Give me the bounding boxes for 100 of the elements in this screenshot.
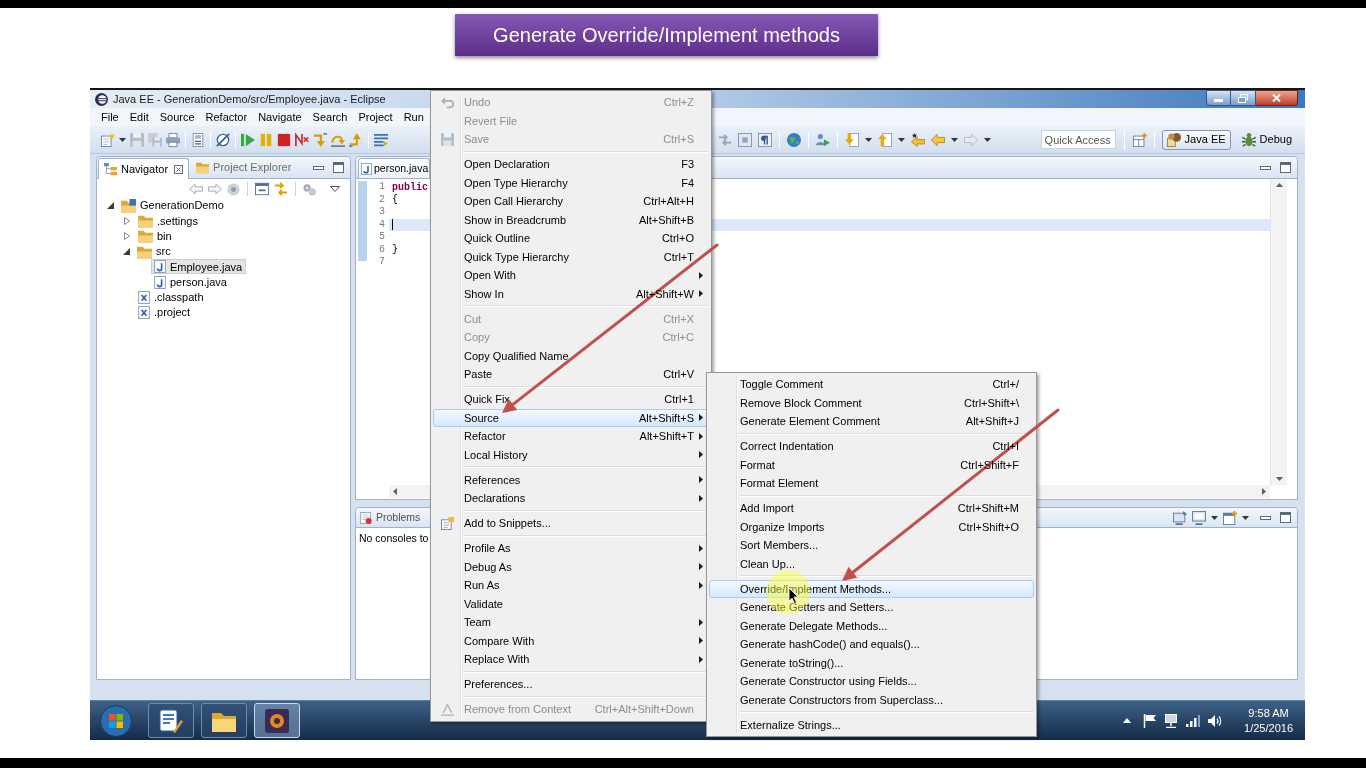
menu-item[interactable]: Search bbox=[308, 108, 352, 126]
scroll-down-icon[interactable] bbox=[1275, 477, 1283, 481]
collapsed-arrow-icon[interactable] bbox=[124, 216, 130, 225]
clock-time[interactable]: 9:58 AM bbox=[1248, 705, 1289, 721]
vertical-scrollbar[interactable] bbox=[1270, 179, 1287, 485]
arrow-up-icon[interactable] bbox=[349, 132, 363, 147]
arrow-left-star-icon[interactable] bbox=[910, 132, 925, 147]
maximize-icon[interactable] bbox=[333, 162, 344, 173]
taskbar-app-button[interactable] bbox=[148, 703, 194, 738]
view-tab[interactable]: Project Explorer bbox=[191, 157, 297, 178]
menu-item[interactable]: Open Call Hierarchy Ctrl+Alt+H bbox=[433, 192, 709, 211]
menu-item[interactable]: Add Import Ctrl+Shift+M bbox=[709, 499, 1034, 518]
menu-item[interactable]: Format Element bbox=[709, 474, 1034, 493]
minimize-icon[interactable] bbox=[1260, 515, 1271, 520]
flag-icon[interactable] bbox=[1143, 713, 1157, 728]
close-icon[interactable] bbox=[174, 164, 184, 174]
clock-date[interactable]: 1/25/2016 bbox=[1244, 720, 1293, 736]
tree-item[interactable]: Employee.java bbox=[151, 259, 247, 275]
menu-item[interactable]: Refactor Alt+Shift+T bbox=[433, 427, 709, 446]
menu-item[interactable]: Declarations bbox=[433, 489, 709, 508]
menu-item[interactable]: Project bbox=[354, 108, 397, 126]
menu-item[interactable]: Sort Members... bbox=[709, 536, 1034, 555]
menu-item[interactable]: Add to Snippets... bbox=[433, 514, 709, 533]
disc-icon[interactable] bbox=[227, 182, 240, 196]
person-arrow-icon[interactable] bbox=[815, 132, 830, 147]
printer-icon[interactable] bbox=[166, 132, 180, 147]
minimize-icon[interactable] bbox=[1260, 165, 1271, 170]
expanded-arrow-icon[interactable] bbox=[123, 248, 130, 256]
menu-item[interactable]: Open Declaration F3 bbox=[433, 155, 709, 174]
speaker-icon[interactable] bbox=[1208, 714, 1223, 727]
menu-item[interactable]: File bbox=[97, 108, 123, 126]
menu-item[interactable]: Generate Element Comment Alt+Shift+J bbox=[709, 412, 1034, 431]
menu-item[interactable]: Override/Implement Methods... bbox=[709, 579, 1034, 598]
scroll-left-icon[interactable] bbox=[393, 488, 397, 495]
menu-item[interactable]: Refactor bbox=[201, 108, 252, 126]
grid-plus-icon[interactable] bbox=[1132, 132, 1147, 147]
menu-item[interactable]: Generate hashCode() and equals()... bbox=[709, 635, 1034, 654]
menu-item[interactable]: Run bbox=[399, 108, 428, 126]
restore-button[interactable] bbox=[1231, 90, 1256, 106]
menu-item[interactable]: Organize Imports Ctrl+Shift+O bbox=[709, 517, 1034, 536]
dropdown-caret-icon[interactable] bbox=[1242, 515, 1249, 520]
list-icon[interactable] bbox=[374, 132, 388, 147]
stop-icon[interactable] bbox=[277, 132, 291, 147]
menu-item[interactable]: Edit bbox=[125, 108, 153, 126]
tree-item[interactable]: GenerationDemo bbox=[118, 198, 228, 214]
menu-item[interactable]: Profile As bbox=[433, 539, 709, 558]
dropdown-caret-icon[interactable] bbox=[983, 137, 991, 142]
menu-item[interactable]: Compare With bbox=[433, 631, 709, 650]
maximize-icon[interactable] bbox=[1280, 512, 1291, 523]
globe-icon[interactable] bbox=[786, 132, 801, 147]
start-button[interactable] bbox=[100, 704, 132, 737]
collapsed-arrow-icon[interactable] bbox=[124, 232, 130, 241]
crossed-circle-icon[interactable] bbox=[216, 132, 230, 147]
tree-item[interactable]: bin bbox=[135, 228, 176, 244]
scroll-up-icon[interactable] bbox=[1275, 183, 1283, 187]
monitor-icon[interactable] bbox=[1192, 510, 1206, 525]
expanded-arrow-icon[interactable] bbox=[107, 202, 114, 210]
dropdown-caret-icon[interactable] bbox=[1211, 515, 1218, 520]
view-tab[interactable]: Problems bbox=[358, 508, 423, 527]
menu-item[interactable]: Navigate bbox=[254, 108, 306, 126]
menu-item[interactable]: Paste Ctrl+V bbox=[433, 365, 709, 384]
dropdown-caret-icon[interactable] bbox=[950, 137, 958, 142]
minus-box-icon[interactable] bbox=[255, 182, 269, 196]
maximize-icon[interactable] bbox=[1280, 162, 1291, 173]
menu-item[interactable]: Replace With bbox=[433, 650, 709, 669]
close-button[interactable] bbox=[1256, 90, 1298, 106]
menu-item[interactable]: Validate bbox=[433, 594, 709, 613]
tree-item[interactable]: src bbox=[134, 244, 175, 260]
network-icon[interactable] bbox=[1164, 713, 1179, 728]
document-icon[interactable] bbox=[191, 132, 205, 147]
menu-item[interactable]: Open With bbox=[433, 266, 709, 285]
menu-item[interactable]: Generate Getters and Setters... bbox=[709, 598, 1034, 617]
tree-item[interactable]: .classpath bbox=[135, 289, 208, 305]
menu-item[interactable]: References bbox=[433, 470, 709, 489]
quick-access-field[interactable]: Quick Access bbox=[1040, 130, 1116, 149]
menu-item[interactable]: Show in Breadcrumb Alt+Shift+B bbox=[433, 210, 709, 229]
view-tab[interactable]: Navigator bbox=[98, 158, 190, 179]
editor-tab[interactable]: person.java bbox=[358, 158, 431, 178]
menu-item[interactable]: Quick Type Hierarchy Ctrl+T bbox=[433, 247, 709, 266]
minimize-icon[interactable] bbox=[313, 165, 324, 170]
menu-item[interactable]: Run As bbox=[433, 576, 709, 595]
menu-item[interactable]: Generate toString()... bbox=[709, 653, 1034, 672]
menu-item[interactable]: Open Type Hierarchy F4 bbox=[433, 173, 709, 192]
monitor-pin-icon[interactable] bbox=[1173, 510, 1187, 525]
menu-item[interactable]: Debug As bbox=[433, 557, 709, 576]
menu-item[interactable]: Remove Block Comment Ctrl+Shift+\ bbox=[709, 393, 1034, 412]
taskbar-app-button[interactable] bbox=[201, 703, 247, 738]
scroll-right-icon[interactable] bbox=[1262, 488, 1266, 495]
menu-item[interactable]: Generate Constructors from Superclass... bbox=[709, 690, 1034, 709]
menu-item[interactable]: Generate Constructor using Fields... bbox=[709, 672, 1034, 691]
paragraph-mark-icon[interactable] bbox=[757, 132, 772, 147]
menu-item[interactable]: Clean Up... bbox=[709, 554, 1034, 573]
menu-item[interactable]: Toggle Comment Ctrl+/ bbox=[709, 375, 1034, 394]
minimize-button[interactable] bbox=[1206, 90, 1231, 106]
play-icon[interactable] bbox=[241, 132, 255, 147]
dropdown-caret-icon[interactable] bbox=[897, 137, 905, 142]
menu-item[interactable]: Local History bbox=[433, 445, 709, 464]
tree-item[interactable]: .settings bbox=[135, 213, 202, 229]
dropdown-caret-icon[interactable] bbox=[864, 137, 872, 142]
menu-item[interactable]: Source Alt+Shift+S bbox=[433, 408, 709, 427]
